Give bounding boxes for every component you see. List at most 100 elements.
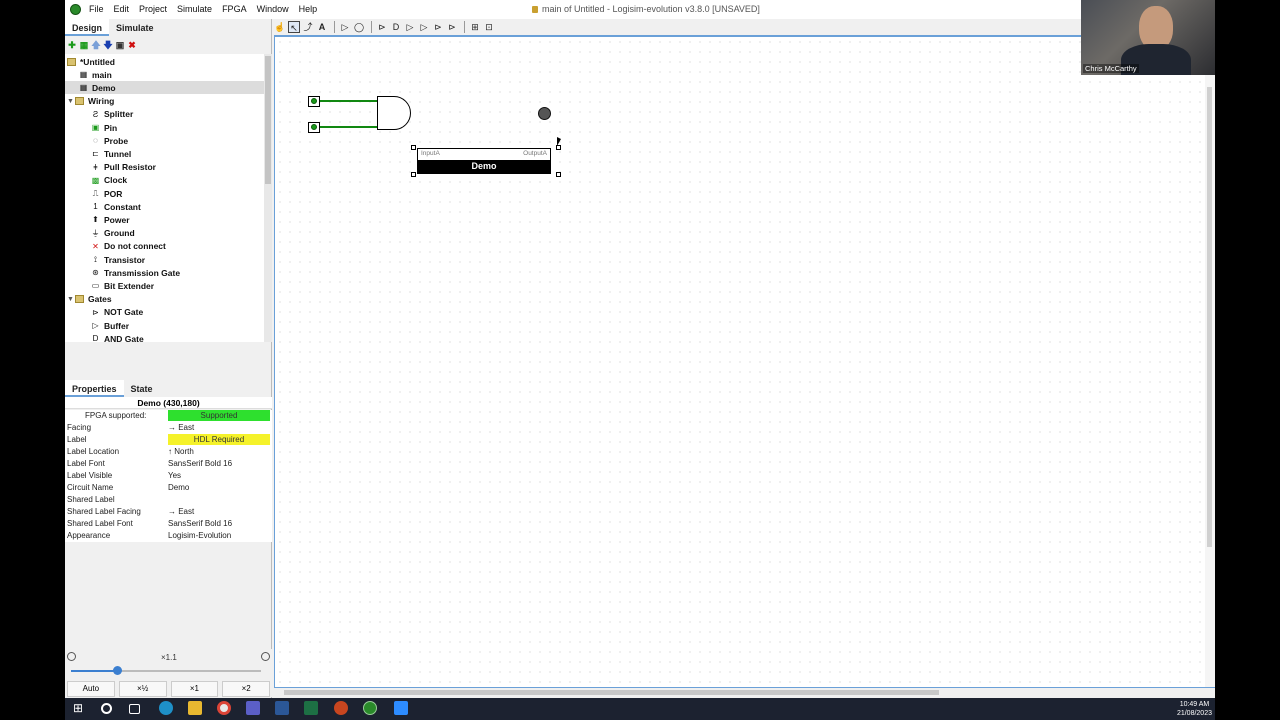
zoom-half-button[interactable]: ×½ [118, 681, 167, 697]
tree-item-pull-resistor[interactable]: ǂ Pull Resistor [65, 161, 264, 174]
tab-simulate[interactable]: Simulate [109, 19, 161, 36]
tree-item-and-gate[interactable]: D AND Gate [65, 332, 264, 342]
vertical-scrollbar-thumb[interactable] [1207, 87, 1212, 547]
tree-scrollbar-thumb[interactable] [265, 56, 271, 184]
tab-properties[interactable]: Properties [65, 380, 124, 397]
property-value[interactable]: Demo [168, 483, 270, 494]
xor-gate-icon[interactable]: ⊳ [446, 21, 458, 33]
not-gate-icon[interactable]: ⊳ [376, 21, 388, 33]
property-value[interactable]: Yes [168, 471, 270, 482]
add-circuit-icon[interactable]: ✚ [67, 40, 77, 50]
tree-item-clock[interactable]: ▩ Clock [65, 174, 264, 187]
selection-handle[interactable] [411, 172, 416, 177]
powerpoint-icon[interactable] [334, 701, 348, 715]
menu-project[interactable]: Project [139, 0, 173, 19]
teams-icon[interactable] [246, 701, 260, 715]
property-value[interactable]: → East [168, 507, 270, 518]
horizontal-scrollbar-thumb[interactable] [284, 690, 939, 695]
wire[interactable] [320, 126, 378, 128]
appearance-icon[interactable]: ⊡ [483, 21, 495, 33]
hierarchy-icon[interactable]: ⊞ [469, 21, 481, 33]
taskbar-clock[interactable]: 10:49 AM 21/08/2023 [1177, 700, 1212, 718]
zoom-auto-button[interactable]: Auto [67, 681, 115, 697]
tree-scrollbar[interactable] [264, 54, 272, 342]
text-tool-icon[interactable]: A [316, 21, 328, 33]
move-up-icon[interactable]: 🡅 [91, 40, 101, 50]
wire[interactable] [320, 100, 378, 102]
tree-item-probe[interactable]: ◌ Probe [65, 134, 264, 147]
property-value[interactable]: SansSerif Bold 16 [168, 519, 270, 530]
menu-fpga[interactable]: FPGA [222, 0, 253, 19]
file-explorer-icon[interactable] [188, 701, 202, 715]
property-value[interactable] [168, 495, 270, 506]
canvas-vertical-scrollbar[interactable] [1205, 37, 1215, 687]
property-value[interactable]: ↑ North [168, 447, 270, 458]
wiring-tool-icon[interactable]: ⤴ [302, 21, 314, 33]
zoom-1x-button[interactable]: ×1 [170, 681, 219, 697]
menu-edit[interactable]: Edit [114, 0, 136, 19]
tree-item-ground[interactable]: ⏚ Ground [65, 227, 264, 240]
probe[interactable] [538, 107, 551, 120]
tree-item-constant[interactable]: 1 Constant [65, 200, 264, 213]
selection-handle[interactable] [411, 145, 416, 150]
logisim-taskbar-icon[interactable] [363, 701, 377, 715]
and-gate-icon[interactable]: D [390, 21, 402, 33]
windows-start-icon[interactable]: ⊞ [73, 701, 87, 715]
property-value[interactable]: Logisim-Evolution [168, 531, 270, 542]
move-down-icon[interactable]: 🡇 [103, 40, 113, 50]
and-gate[interactable] [377, 96, 411, 130]
tree-item-do-not-connect[interactable]: ✕ Do not connect [65, 240, 264, 253]
property-value[interactable]: → East [168, 423, 270, 434]
logisim-app-icon[interactable] [70, 4, 81, 15]
tree-item-tunnel[interactable]: ⊏ Tunnel [65, 147, 264, 160]
zoom-out-icon[interactable] [67, 652, 76, 661]
delete-circuit-icon[interactable]: ✖ [127, 40, 137, 50]
tree-item-not-gate[interactable]: ⊳ NOT Gate [65, 306, 264, 319]
demo-subcircuit[interactable]: InputA OutputA Demo [417, 148, 551, 174]
menu-simulate[interactable]: Simulate [177, 0, 218, 19]
circuit-canvas[interactable] [274, 35, 1215, 688]
chrome-icon[interactable] [217, 701, 231, 715]
zoom-slider-thumb[interactable] [112, 666, 122, 675]
tree-circuit-main[interactable]: ▦ main [65, 68, 264, 81]
task-view-icon[interactable] [129, 704, 140, 714]
word-icon[interactable] [275, 701, 289, 715]
output-pin-icon[interactable]: ◯ [353, 21, 365, 33]
input-pin[interactable] [308, 96, 320, 107]
menu-help[interactable]: Help [299, 0, 324, 19]
tree-circuit-demo[interactable]: ▦ Demo [65, 81, 264, 95]
tree-item-transmission-gate[interactable]: ⊛ Transmission Gate [65, 266, 264, 279]
select-tool-icon[interactable]: ↖ [288, 21, 300, 33]
property-value[interactable]: SansSerif Bold 16 [168, 459, 270, 470]
selection-handle[interactable] [556, 172, 561, 177]
tree-item-por[interactable]: ⎍ POR [65, 187, 264, 200]
menu-file[interactable]: File [89, 0, 110, 19]
edge-icon[interactable] [159, 701, 173, 715]
tree-item-pin[interactable]: ▣ Pin [65, 121, 264, 134]
tree-item-transistor[interactable]: ⟟ Transistor [65, 253, 264, 266]
menu-window[interactable]: Window [257, 0, 295, 19]
tree-item-splitter[interactable]: Ƨ Splitter [65, 108, 264, 121]
input-pin[interactable] [308, 122, 320, 133]
tree-folder-gates[interactable]: ▼ Gates [65, 293, 264, 306]
canvas-horizontal-scrollbar[interactable] [274, 688, 1215, 698]
zoom-in-icon[interactable] [261, 652, 270, 661]
tab-design[interactable]: Design [65, 19, 110, 36]
or-gate-icon[interactable]: ▷ [404, 21, 416, 33]
property-value[interactable]: HDL Required [168, 434, 270, 445]
tree-item-power[interactable]: ⬆ Power [65, 213, 264, 226]
tree-folder-wiring[interactable]: ▼ Wiring [65, 95, 264, 108]
zoom-2x-button[interactable]: ×2 [222, 681, 270, 697]
search-icon[interactable] [101, 703, 112, 714]
tree-item-buffer[interactable]: ▷ Buffer [65, 319, 264, 332]
nand-gate-icon[interactable]: ▷ [418, 21, 430, 33]
edit-appearance-icon[interactable]: ▣ [115, 40, 125, 50]
excel-icon[interactable] [304, 701, 318, 715]
input-pin-icon[interactable]: ▷ [339, 21, 351, 33]
add-vhdl-icon[interactable]: ▦ [79, 40, 89, 50]
tab-state[interactable]: State [124, 380, 160, 397]
nor-gate-icon[interactable]: ⊳ [432, 21, 444, 33]
property-value[interactable]: Supported [168, 410, 270, 421]
poke-tool-icon[interactable]: ☝ [274, 21, 286, 33]
tree-root[interactable]: *Untitled [65, 55, 264, 68]
